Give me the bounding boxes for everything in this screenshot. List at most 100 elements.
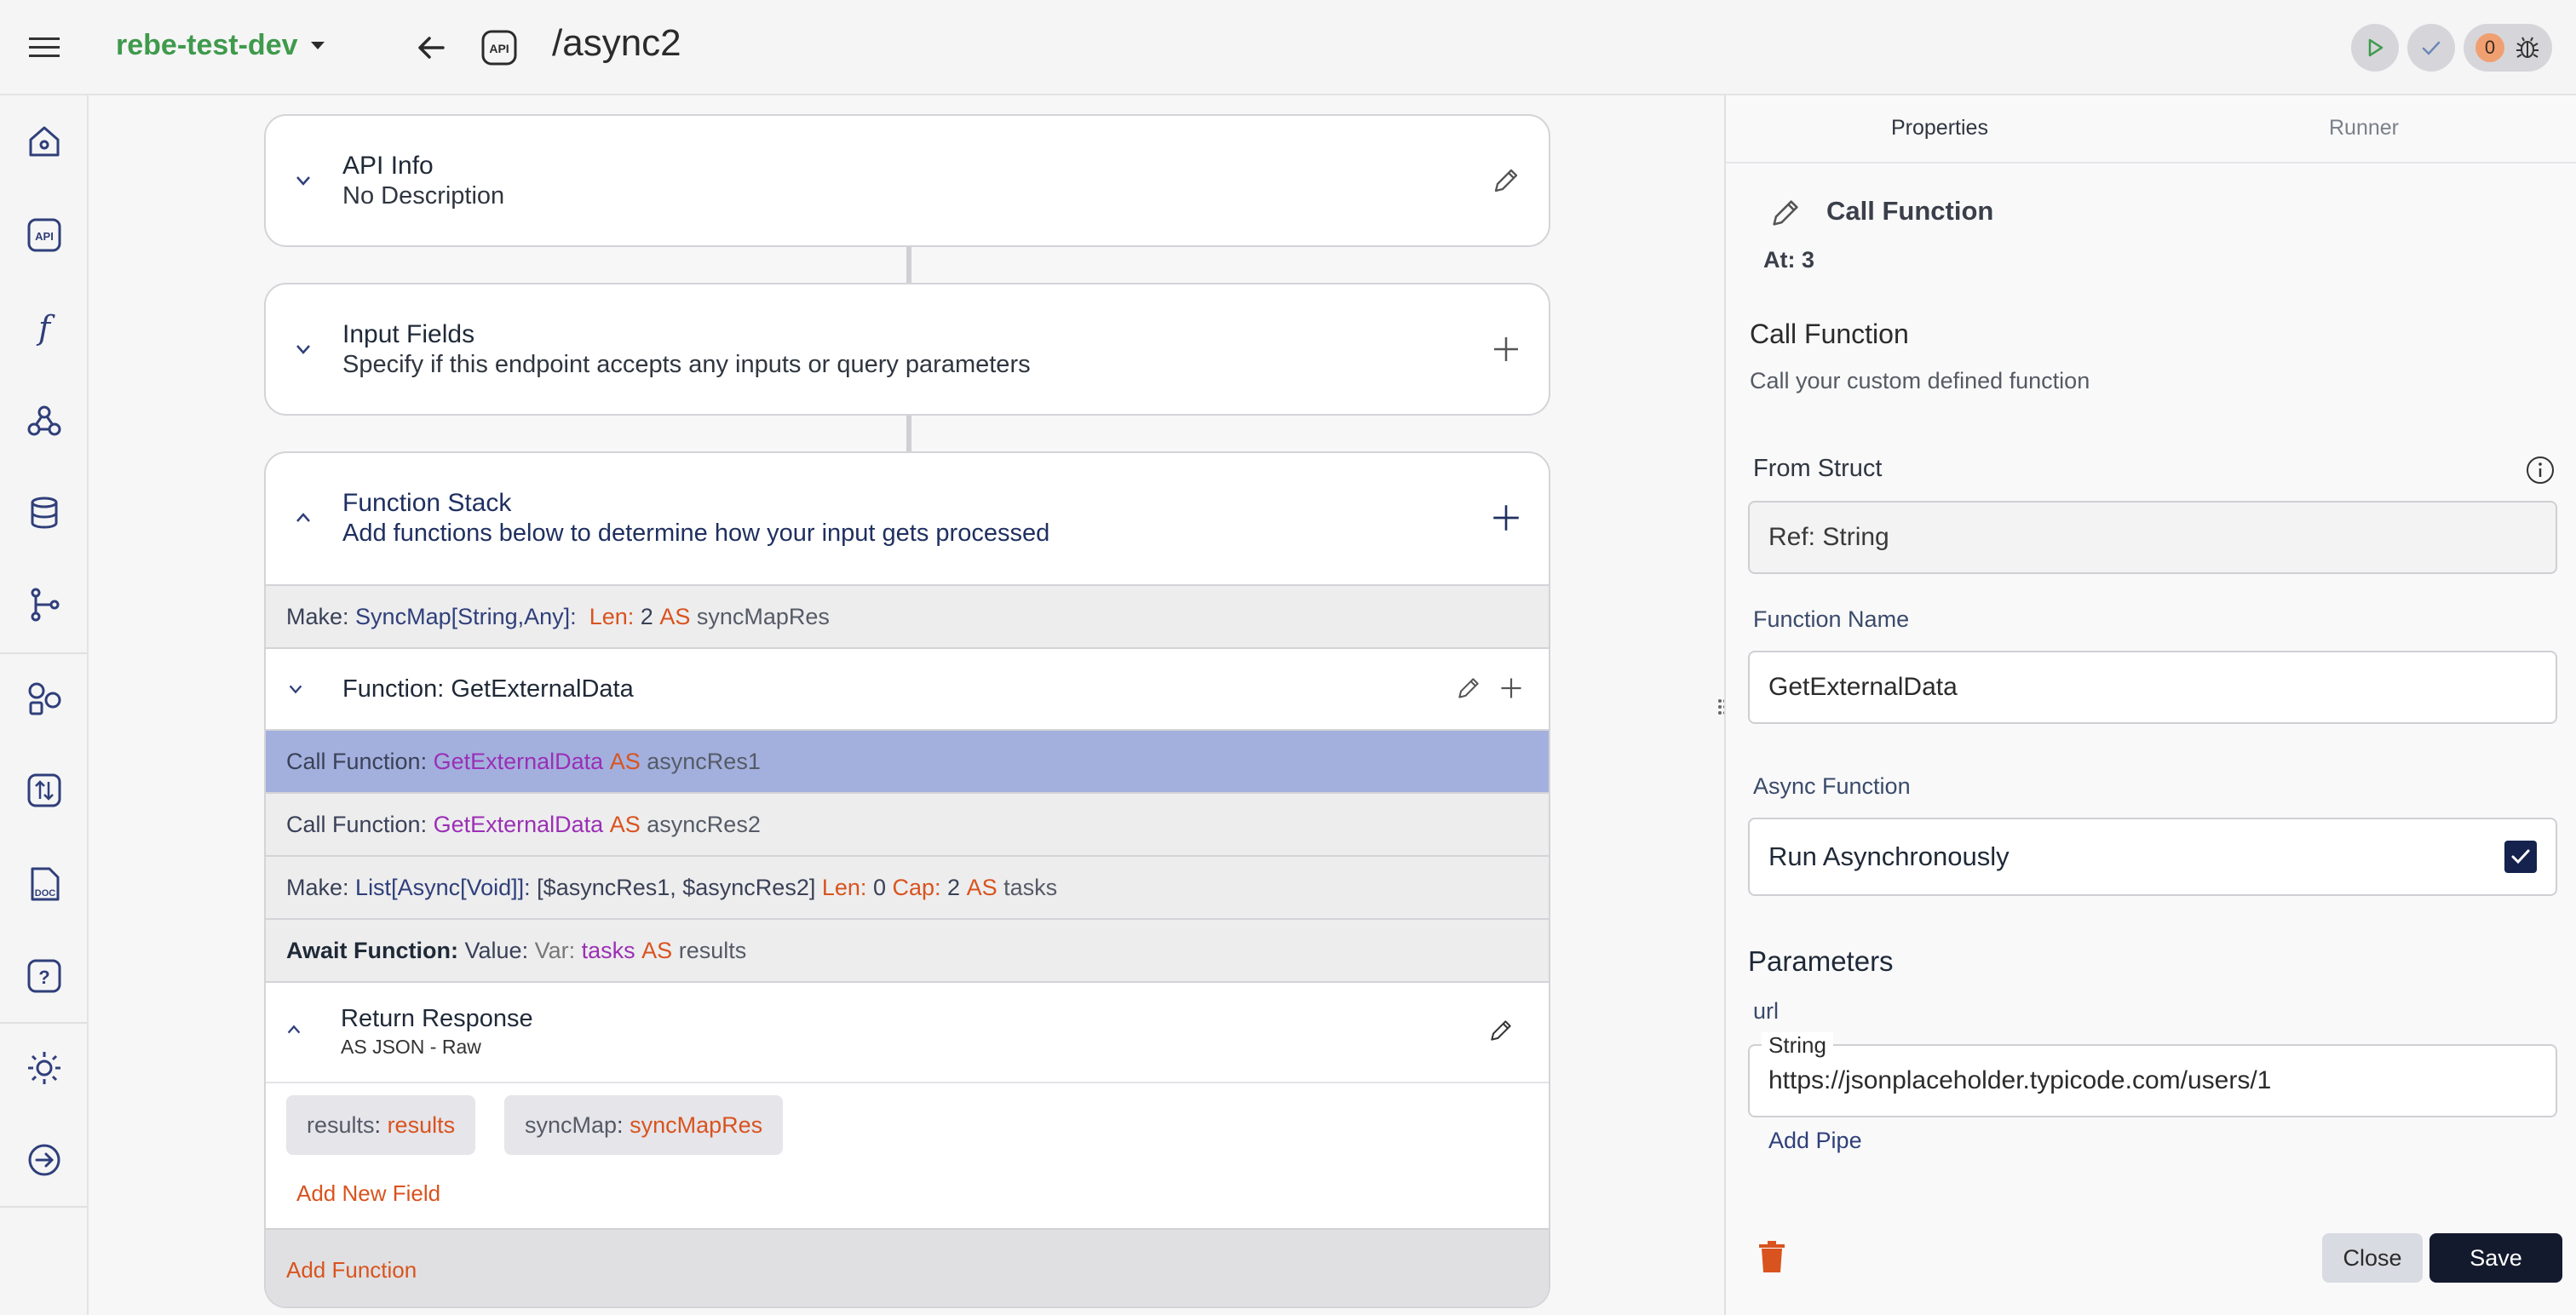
row-as-keyword: AS: [609, 748, 641, 774]
project-name: rebe-test-dev: [116, 29, 298, 61]
param-url-input[interactable]: https://jsonplaceholder.typicode.com/use…: [1748, 1044, 2557, 1117]
async-function-option[interactable]: Run Asynchronously: [1748, 818, 2557, 896]
nav-divider: [0, 1206, 87, 1208]
info-icon[interactable]: [2525, 455, 2556, 485]
add-function-plus-icon[interactable]: [1486, 497, 1527, 538]
row-variable: asyncRes1: [647, 748, 761, 774]
position-label: At: 3: [1763, 247, 1814, 273]
api-nav-icon[interactable]: API: [24, 215, 65, 256]
function-group-header[interactable]: Function: GetExternalData: [266, 647, 1549, 729]
chevron-down-icon[interactable]: [286, 680, 317, 698]
nav-divider: [0, 652, 87, 654]
function-name-label: Function Name: [1753, 606, 1910, 632]
async-function-label: Async Function: [1753, 773, 1911, 799]
return-response-header[interactable]: Return Response AS JSON - Raw: [266, 981, 1549, 1082]
left-nav: API f DOC ?: [0, 95, 89, 1315]
webhook-icon[interactable]: [24, 400, 65, 441]
field-key: syncMap: [525, 1111, 618, 1138]
help-icon[interactable]: ?: [24, 956, 65, 996]
tab-runner[interactable]: Runner: [2329, 116, 2399, 141]
row-as-keyword: AS: [659, 603, 691, 629]
function-group-label: Function: GetExternalData: [342, 675, 634, 703]
add-pipe-link[interactable]: Add Pipe: [1768, 1128, 1862, 1154]
row-function-name: GetExternalData: [433, 811, 604, 837]
bug-icon: [2515, 35, 2540, 60]
svg-text:API: API: [35, 230, 54, 243]
save-button[interactable]: Save: [2429, 1233, 2562, 1283]
input-fields-card[interactable]: Input Fields Specify if this endpoint ac…: [264, 283, 1550, 416]
param-name: url: [1753, 998, 1780, 1024]
function-icon[interactable]: f: [24, 308, 65, 349]
stack-row-make-syncmap[interactable]: Make: SyncMap[String,Any]: Len: 2 AS syn…: [266, 584, 1549, 647]
panel-tabs: Properties Runner: [1726, 95, 2576, 164]
database-icon[interactable]: [24, 492, 65, 533]
section-description: Call your custom defined function: [1750, 368, 2090, 393]
row-cap-keyword: Cap:: [892, 874, 941, 900]
card-title: Function Stack: [342, 489, 512, 517]
row-var-keyword: Var:: [534, 937, 576, 963]
run-async-label: Run Asynchronously: [1768, 841, 2010, 871]
run-button[interactable]: [2351, 24, 2399, 72]
edit-pencil-icon[interactable]: [1768, 196, 1803, 230]
edit-pencil-icon[interactable]: [1455, 675, 1482, 702]
parameters-title: Parameters: [1748, 945, 1894, 977]
card-title: API Info: [342, 152, 434, 180]
add-function-link[interactable]: Add Function: [286, 1257, 417, 1283]
tab-properties[interactable]: Properties: [1891, 116, 1988, 141]
home-icon[interactable]: [24, 121, 65, 162]
row-variable: syncMapRes: [696, 603, 830, 629]
row-var-value: tasks: [581, 937, 635, 963]
card-title: Input Fields: [342, 320, 475, 348]
row-variable: results: [678, 937, 747, 963]
logout-arrow-icon[interactable]: [24, 1140, 65, 1180]
shapes-icon[interactable]: [24, 678, 65, 719]
svg-text:DOC: DOC: [35, 888, 56, 899]
top-actions: 0: [2351, 24, 2552, 72]
stack-row-call-asyncres2[interactable]: Call Function: GetExternalData AS asyncR…: [266, 792, 1549, 855]
row-prefix: Call Function:: [286, 811, 428, 837]
svg-text:f: f: [36, 310, 55, 347]
sort-settings-icon[interactable]: [24, 770, 65, 811]
return-field-syncmap[interactable]: syncMap : syncMapRes: [504, 1095, 784, 1155]
row-prefix: Make:: [286, 603, 349, 629]
theme-sun-icon[interactable]: [24, 1048, 65, 1088]
return-field-results[interactable]: results : results: [286, 1095, 476, 1155]
close-button[interactable]: Close: [2322, 1233, 2423, 1283]
trash-icon[interactable]: [1757, 1240, 1787, 1274]
validate-check-button[interactable]: [2407, 24, 2455, 72]
row-variable: asyncRes2: [647, 811, 761, 837]
chevron-up-icon[interactable]: [285, 1020, 303, 1039]
api-info-card[interactable]: API Info No Description: [264, 114, 1550, 247]
row-as-keyword: AS: [609, 811, 641, 837]
issues-button[interactable]: 0: [2464, 24, 2552, 72]
run-async-checkbox[interactable]: [2504, 841, 2537, 873]
add-plus-icon[interactable]: [1498, 675, 1525, 702]
add-plus-icon[interactable]: [1486, 329, 1527, 370]
git-branch-icon[interactable]: [24, 584, 65, 625]
doc-icon[interactable]: DOC: [24, 864, 65, 904]
chevron-down-icon[interactable]: [288, 334, 319, 365]
route-title: /async2: [552, 22, 681, 64]
stack-row-await[interactable]: Await Function: Value: Var: tasks AS res…: [266, 918, 1549, 981]
chevron-down-icon[interactable]: [288, 165, 319, 196]
field-sep: :: [374, 1111, 382, 1138]
stack-row-make-tasks[interactable]: Make: List[Async[Void]]: [$asyncRes1, $a…: [266, 855, 1549, 918]
edit-pencil-icon[interactable]: [1487, 1017, 1515, 1044]
card-subtitle: Add functions below to determine how you…: [342, 520, 1050, 547]
add-new-field-link[interactable]: Add New Field: [296, 1180, 440, 1207]
add-function-footer[interactable]: Add Function: [266, 1228, 1549, 1306]
flow-connector: [906, 416, 911, 451]
field-value: results: [387, 1111, 456, 1138]
row-value: [$asyncRes1, $asyncRes2]: [537, 874, 816, 900]
hamburger-menu-icon[interactable]: [19, 27, 70, 68]
flow-canvas: API Info No Description Input Fields Spe…: [89, 95, 1727, 1315]
edit-pencil-icon[interactable]: [1486, 160, 1527, 201]
project-selector[interactable]: rebe-test-dev: [116, 29, 325, 62]
function-name-input[interactable]: GetExternalData: [1748, 651, 2557, 724]
svg-text:?: ?: [38, 967, 49, 988]
stack-row-call-asyncres1[interactable]: Call Function: GetExternalData AS asyncR…: [266, 729, 1549, 792]
chevron-up-icon[interactable]: [288, 502, 319, 533]
from-struct-input[interactable]: Ref: String: [1748, 501, 2557, 574]
function-stack-card: Function Stack Add functions below to de…: [264, 451, 1550, 1308]
back-arrow-icon[interactable]: [411, 27, 451, 68]
